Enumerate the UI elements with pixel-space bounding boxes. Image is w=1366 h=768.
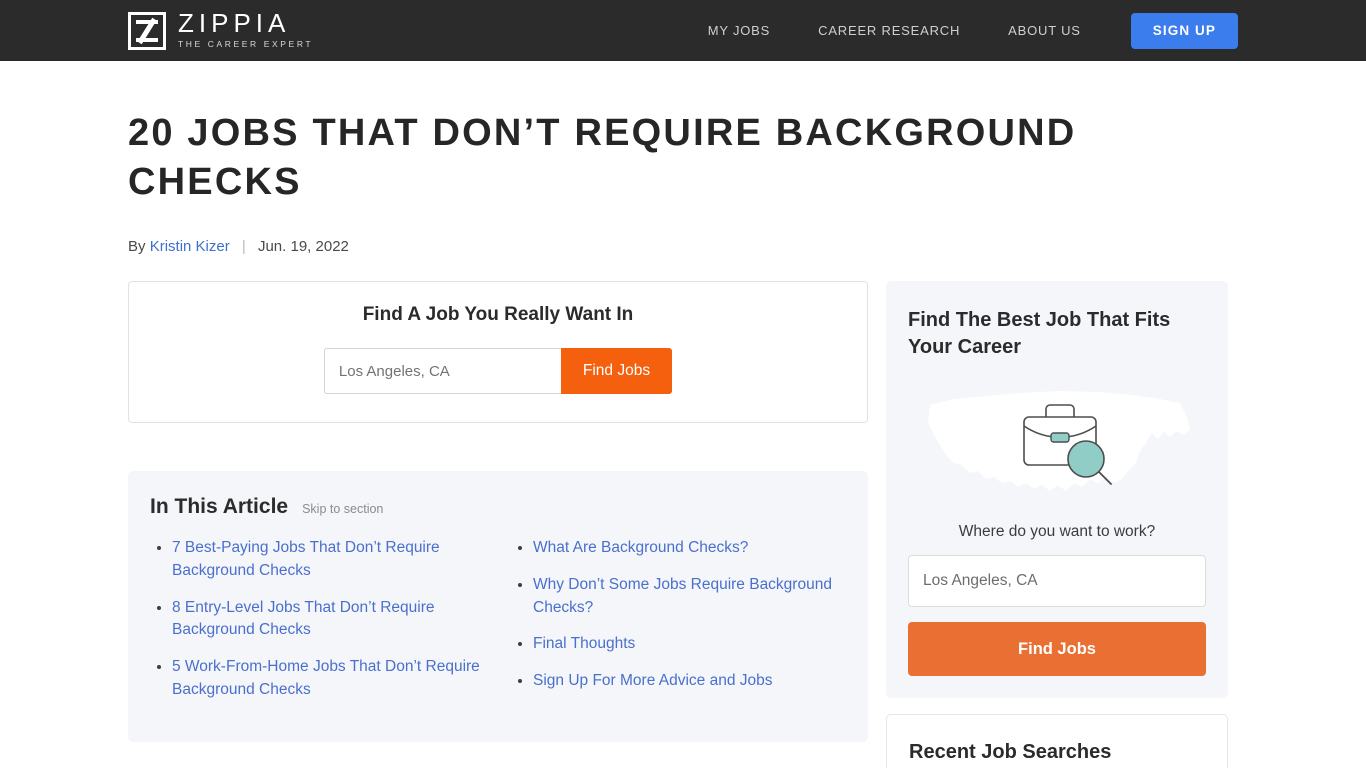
- author-link[interactable]: Kristin Kizer: [150, 238, 230, 255]
- toc-link[interactable]: What Are Background Checks?: [533, 539, 748, 556]
- site-header: ZIPPIA THE CAREER EXPERT MY JOBS CAREER …: [0, 0, 1366, 61]
- list-item: 5 Work-From-Home Jobs That Don’t Require…: [172, 656, 485, 701]
- us-map-briefcase-magnifier-icon: [928, 391, 1190, 492]
- sign-up-button[interactable]: SIGN UP: [1130, 12, 1238, 49]
- page-title: 20 Jobs That Don’t Require Background Ch…: [128, 112, 1077, 203]
- zippia-z-logo-icon: [128, 11, 166, 50]
- brand-logo-link[interactable]: ZIPPIA THE CAREER EXPERT: [128, 10, 313, 50]
- toc-list-left: 7 Best-Paying Jobs That Don’t Require Ba…: [150, 537, 485, 715]
- toc-link[interactable]: Sign Up For More Advice and Jobs: [533, 672, 773, 689]
- toc-link[interactable]: 5 Work-From-Home Jobs That Don’t Require…: [172, 658, 480, 698]
- byline: By Kristin Kizer | Jun. 19, 2022: [128, 238, 1238, 255]
- toc-link[interactable]: 8 Entry-Level Jobs That Don’t Require Ba…: [172, 599, 435, 639]
- byline-prefix: By: [128, 238, 146, 256]
- publish-date: Jun. 19, 2022: [257, 238, 349, 256]
- recent-job-searches-title: Recent Job Searches: [909, 741, 1112, 764]
- main-column: Find A Job You Really Want In Find Jobs …: [128, 281, 868, 768]
- sidebar-find-jobs-button[interactable]: Find Jobs: [908, 622, 1206, 677]
- sidebar-location-input[interactable]: [908, 555, 1206, 608]
- nav-my-jobs[interactable]: MY JOBS: [684, 23, 794, 38]
- nav-about-us[interactable]: ABOUT US: [984, 23, 1105, 38]
- toc-link[interactable]: Why Don’t Some Jobs Require Background C…: [533, 576, 832, 616]
- list-item: What Are Background Checks?: [533, 537, 846, 560]
- list-item: Final Thoughts: [533, 633, 846, 656]
- inline-find-jobs-button[interactable]: Find Jobs: [560, 348, 673, 395]
- toc-list-right: What Are Background Checks? Why Don’t So…: [511, 537, 846, 715]
- inline-search-title: Find A Job You Really Want In: [362, 304, 634, 326]
- list-item: Why Don’t Some Jobs Require Background C…: [533, 574, 846, 619]
- brand-name: ZIPPIA: [178, 8, 291, 39]
- toc-link[interactable]: 7 Best-Paying Jobs That Don’t Require Ba…: [172, 539, 440, 579]
- list-item: Sign Up For More Advice and Jobs: [533, 670, 846, 693]
- sidebar-location-prompt: Where do you want to work?: [958, 523, 1156, 541]
- nav-career-research[interactable]: CAREER RESEARCH: [794, 23, 984, 38]
- toc-subtitle: Skip to section: [302, 502, 384, 517]
- in-this-article-card: In This Article Skip to section 7 Best-P…: [128, 471, 868, 742]
- toc-link[interactable]: Final Thoughts: [533, 635, 635, 652]
- recent-job-searches-card: Recent Job Searches: [886, 714, 1228, 768]
- inline-location-input[interactable]: [323, 348, 561, 395]
- sidebar: Find The Best Job That Fits Your Career …: [886, 281, 1228, 768]
- list-item: 8 Entry-Level Jobs That Don’t Require Ba…: [172, 597, 485, 642]
- list-item: 7 Best-Paying Jobs That Don’t Require Ba…: [172, 537, 485, 582]
- page-body: 20 Jobs That Don’t Require Background Ch…: [0, 109, 1366, 768]
- brand-tagline: THE CAREER EXPERT: [178, 38, 314, 49]
- main-nav: MY JOBS CAREER RESEARCH ABOUT US SIGN UP: [684, 12, 1238, 49]
- sidebar-job-search-card: Find The Best Job That Fits Your Career …: [886, 281, 1228, 699]
- inline-job-search-card: Find A Job You Really Want In Find Jobs: [128, 281, 868, 424]
- toc-title: In This Article: [150, 495, 289, 519]
- byline-separator: |: [241, 238, 246, 256]
- sidebar-card-title: Find The Best Job That Fits Your Career: [908, 309, 1171, 359]
